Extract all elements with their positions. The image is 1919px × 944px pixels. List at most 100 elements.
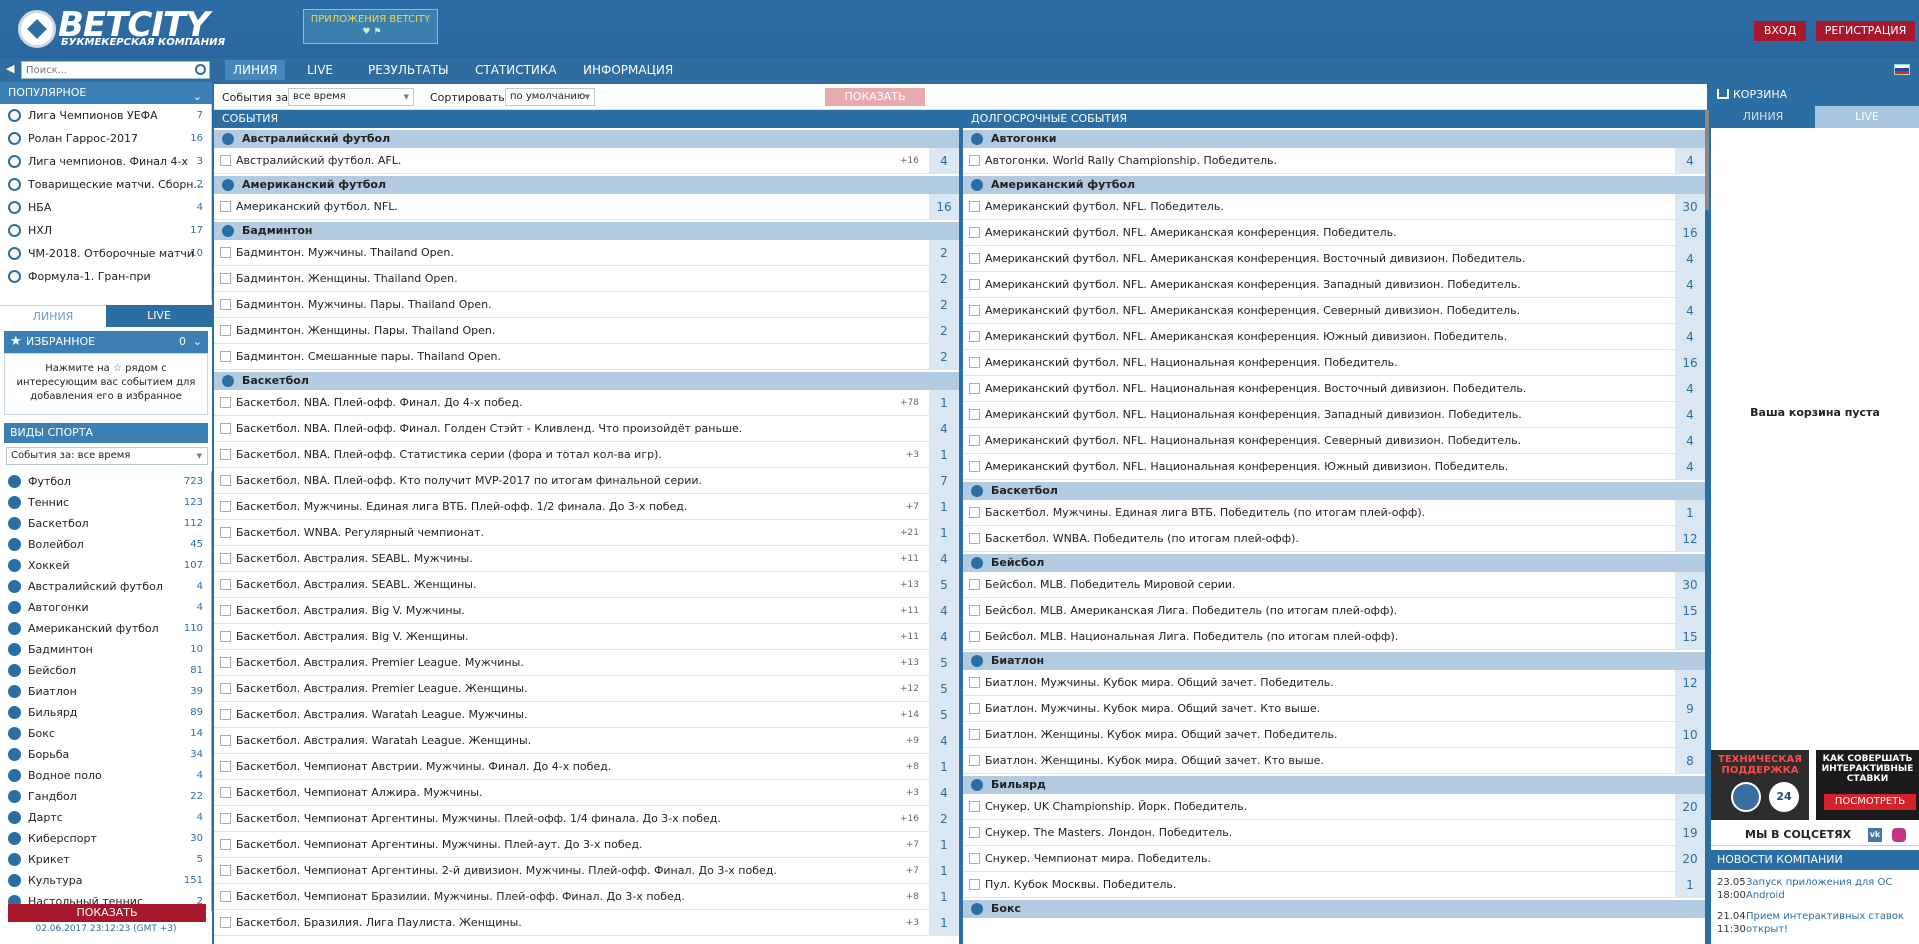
event-count[interactable]: 7 — [929, 468, 959, 493]
event-count[interactable]: 1 — [1675, 500, 1705, 525]
popular-item[interactable]: НХЛ 17 — [0, 219, 211, 242]
event-count[interactable]: 5 — [929, 676, 959, 701]
event-count[interactable]: 5 — [929, 650, 959, 675]
event-checkbox[interactable] — [220, 423, 231, 434]
event-name[interactable]: Снукер. Чемпионат мира. Победитель. — [985, 852, 1211, 865]
event-name[interactable]: Американский футбол. NFL. Американская к… — [985, 226, 1397, 239]
event-row[interactable]: Биатлон. Женщины. Кубок мира. Общий заче… — [963, 748, 1705, 774]
event-count[interactable]: 1 — [929, 442, 959, 467]
event-checkbox[interactable] — [220, 709, 231, 720]
event-count[interactable]: 4 — [1675, 246, 1705, 271]
event-row[interactable]: Американский футбол. NFL. Национальная к… — [963, 402, 1705, 428]
event-row[interactable]: Баскетбол. Австралия. SEABL. Женщины. +13… — [214, 572, 959, 598]
event-name[interactable]: Баскетбол. Австралия. SEABL. Женщины. — [236, 578, 477, 591]
event-count[interactable]: 2 — [929, 806, 959, 831]
betcity-logo[interactable]: BETCITY БУКМЕКЕРСКАЯ КОМПАНИЯ — [18, 8, 240, 48]
event-checkbox[interactable] — [969, 305, 980, 316]
sport-item[interactable]: Американский футбол 110 — [0, 618, 211, 639]
event-count[interactable]: 1 — [1675, 872, 1705, 897]
event-row[interactable]: Бадминтон. Женщины. Thailand Open. 2 — [214, 266, 959, 292]
event-count[interactable]: 30 — [1675, 572, 1705, 597]
event-name[interactable]: Пул. Кубок Москвы. Победитель. — [985, 878, 1176, 891]
event-count[interactable]: 15 — [1675, 598, 1705, 623]
event-row[interactable]: Бадминтон. Мужчины. Thailand Open. 2 — [214, 240, 959, 266]
event-row[interactable]: Американский футбол. NFL. Американская к… — [963, 220, 1705, 246]
event-name[interactable]: Баскетбол. Чемпионат Бразилии. Мужчины. … — [236, 890, 685, 903]
event-checkbox[interactable] — [220, 683, 231, 694]
event-name[interactable]: Снукер. The Masters. Лондон. Победитель. — [985, 826, 1232, 839]
sport-item[interactable]: Австралийский футбол 4 — [0, 576, 211, 597]
event-checkbox[interactable] — [969, 227, 980, 238]
sport-item[interactable]: Дартс 4 — [0, 807, 211, 828]
event-row[interactable]: Баскетбол. NBA. Плей-офф. Финал. До 4-х … — [214, 390, 959, 416]
sport-item[interactable]: Бейсбол 81 — [0, 660, 211, 681]
event-row[interactable]: Баскетбол. Австралия. Waratah League. Му… — [214, 702, 959, 728]
event-count[interactable]: 2 — [929, 292, 959, 317]
popular-item[interactable]: Лига чемпионов. Финал 4-х 3 — [0, 150, 211, 173]
event-checkbox[interactable] — [969, 435, 980, 446]
event-checkbox[interactable] — [220, 605, 231, 616]
event-name[interactable]: Баскетбол. Австралия. Premier League. Же… — [236, 682, 528, 695]
event-checkbox[interactable] — [220, 475, 231, 486]
event-count[interactable]: 4 — [1675, 402, 1705, 427]
nav-statistics[interactable]: СТАТИСТИКА — [467, 60, 565, 80]
event-count[interactable]: 2 — [929, 344, 959, 369]
sport-group-header[interactable]: Баскетбол — [963, 482, 1705, 500]
event-checkbox[interactable] — [969, 331, 980, 342]
sport-group-header[interactable]: Биатлон — [963, 652, 1705, 670]
event-name[interactable]: Автогонки. World Rally Championship. Поб… — [985, 154, 1277, 167]
event-row[interactable]: Биатлон. Женщины. Кубок мира. Общий заче… — [963, 722, 1705, 748]
news-link[interactable]: Прием интерактивных ставок открыт! — [1746, 910, 1916, 936]
event-checkbox[interactable] — [220, 155, 231, 166]
event-checkbox[interactable] — [969, 801, 980, 812]
event-name[interactable]: Баскетбол. Чемпионат Австрии. Мужчины. Ф… — [236, 760, 611, 773]
popular-item[interactable]: Ролан Гаррос-2017 16 — [0, 127, 211, 150]
event-checkbox[interactable] — [220, 735, 231, 746]
event-count[interactable]: 4 — [929, 598, 959, 623]
event-count[interactable]: 4 — [1675, 148, 1705, 173]
event-checkbox[interactable] — [220, 201, 231, 212]
event-count[interactable]: 1 — [929, 520, 959, 545]
sports-period-select[interactable]: События за: все время ▼ — [6, 447, 208, 465]
event-name[interactable]: Американский футбол. NFL. Американская к… — [985, 304, 1520, 317]
event-checkbox[interactable] — [969, 533, 980, 544]
favorites-header[interactable]: ★ ИЗБРАННОЕ 0 ⌄ — [4, 331, 208, 353]
event-count[interactable]: 2 — [929, 240, 959, 265]
event-name[interactable]: Биатлон. Мужчины. Кубок мира. Общий заче… — [985, 702, 1320, 715]
event-name[interactable]: Американский футбол. NFL. Американская к… — [985, 330, 1507, 343]
event-count[interactable]: 1 — [929, 494, 959, 519]
event-checkbox[interactable] — [220, 579, 231, 590]
event-row[interactable]: Баскетбол. Бразилия. Лига Паулиста. Женщ… — [214, 910, 959, 936]
event-name[interactable]: Американский футбол. NFL. Американская к… — [985, 252, 1525, 265]
popular-item[interactable]: НБА 4 — [0, 196, 211, 219]
event-count[interactable]: 4 — [929, 624, 959, 649]
event-row[interactable]: Американский футбол. NFL. Национальная к… — [963, 376, 1705, 402]
event-checkbox[interactable] — [969, 729, 980, 740]
event-count[interactable]: 30 — [1675, 194, 1705, 219]
event-checkbox[interactable] — [220, 325, 231, 336]
event-checkbox[interactable] — [220, 761, 231, 772]
collapse-arrow-icon[interactable]: ◀ — [6, 63, 18, 75]
event-checkbox[interactable] — [220, 865, 231, 876]
event-row[interactable]: Баскетбол. Чемпионат Австрии. Мужчины. Ф… — [214, 754, 959, 780]
event-checkbox[interactable] — [969, 357, 980, 368]
event-count[interactable]: 1 — [929, 390, 959, 415]
event-checkbox[interactable] — [220, 891, 231, 902]
event-count[interactable]: 4 — [929, 416, 959, 441]
scrollbar-thumb[interactable] — [1705, 110, 1709, 210]
event-checkbox[interactable] — [969, 677, 980, 688]
event-count[interactable]: 1 — [929, 832, 959, 857]
event-row[interactable]: Биатлон. Мужчины. Кубок мира. Общий заче… — [963, 670, 1705, 696]
event-count[interactable]: 16 — [929, 194, 959, 219]
register-button[interactable]: РЕГИСТРАЦИЯ — [1816, 21, 1915, 41]
event-row[interactable]: Баскетбол. Чемпионат Аргентины. Мужчины.… — [214, 806, 959, 832]
event-row[interactable]: Бейсбол. MLB. Американская Лига. Победит… — [963, 598, 1705, 624]
event-row[interactable]: Бейсбол. MLB. Национальная Лига. Победит… — [963, 624, 1705, 650]
event-count[interactable]: 2 — [929, 266, 959, 291]
sort-select[interactable]: по умолчанию ▼ — [505, 88, 595, 106]
event-count[interactable]: 16 — [1675, 220, 1705, 245]
event-count[interactable]: 4 — [929, 148, 959, 173]
event-checkbox[interactable] — [220, 527, 231, 538]
tab-live[interactable]: LIVE — [106, 305, 212, 327]
event-name[interactable]: Баскетбол. WNBA. Регулярный чемпионат. — [236, 526, 484, 539]
